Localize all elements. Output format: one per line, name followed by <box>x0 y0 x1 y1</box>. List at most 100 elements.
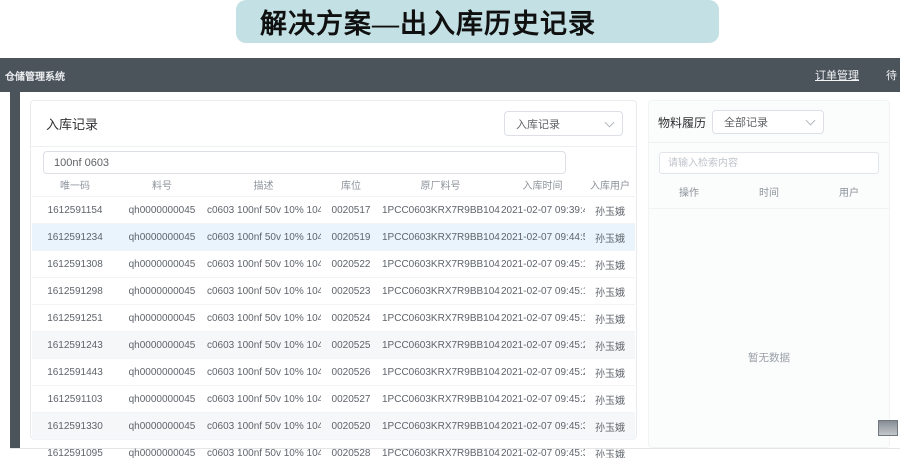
app-header-bar: 仓储管理系统 订单管理 待 <box>0 58 900 92</box>
table-cell: 孙玉娥 <box>585 359 635 386</box>
table-cell: 1PCC0603KRX7R9BB104 <box>381 305 500 332</box>
table-cell: 0020526 <box>321 359 381 386</box>
table-row[interactable]: 1612591095qh0000000045c0603 100nf 50v 10… <box>32 440 635 458</box>
table-cell: qh0000000045 <box>118 224 206 251</box>
table-cell: 1612591443 <box>32 359 118 386</box>
inbound-records-panel: 入库记录 入库记录 唯一码 料号 描述 库位 原厂料号 <box>30 100 637 439</box>
app-brand: 仓储管理系统 <box>5 68 65 83</box>
table-cell: 0020523 <box>321 278 381 305</box>
inbound-panel-header: 入库记录 入库记录 <box>31 101 636 147</box>
history-filter-select[interactable]: 全部记录 <box>712 110 824 134</box>
table-cell: 2021-02-07 09:44:57 <box>500 224 585 251</box>
header-nav: 订单管理 待 <box>815 67 900 83</box>
material-history-title: 物料履历 <box>658 114 706 131</box>
table-cell: qh0000000045 <box>118 332 206 359</box>
table-cell: 2021-02-07 09:45:18 <box>500 305 585 332</box>
table-cell: c0603 100nf 50v 10% 104 <box>206 224 321 251</box>
table-cell: 孙玉娥 <box>585 251 635 278</box>
table-cell: 孙玉娥 <box>585 413 635 440</box>
table-cell: qh0000000045 <box>118 413 206 440</box>
table-cell: qh0000000045 <box>118 386 206 413</box>
table-cell: 1612591251 <box>32 305 118 332</box>
table-cell: c0603 100nf 50v 10% 104 <box>206 332 321 359</box>
col-header-unique-code: 唯一码 <box>32 173 118 197</box>
table-row[interactable]: 1612591234qh0000000045c0603 100nf 50v 10… <box>32 224 635 251</box>
col-header-description: 描述 <box>206 173 321 197</box>
table-row[interactable]: 1612591154qh0000000045c0603 100nf 50v 10… <box>32 197 635 224</box>
history-search-input[interactable] <box>659 152 879 174</box>
table-cell: 1PCC0603KRX7R9BB104 <box>381 359 500 386</box>
table-cell: 1612591154 <box>32 197 118 224</box>
table-cell: c0603 100nf 50v 10% 104 <box>206 305 321 332</box>
table-cell: 0020519 <box>321 224 381 251</box>
table-cell: 0020527 <box>321 386 381 413</box>
table-cell: c0603 100nf 50v 10% 104 <box>206 413 321 440</box>
table-cell: 1612591298 <box>32 278 118 305</box>
table-cell: 1612591308 <box>32 251 118 278</box>
table-cell: 1PCC0603KRX7R9BB104 <box>381 440 500 458</box>
table-cell: c0603 100nf 50v 10% 104 <box>206 251 321 278</box>
table-row[interactable]: 1612591243qh0000000045c0603 100nf 50v 10… <box>32 332 635 359</box>
table-cell: 孙玉娥 <box>585 386 635 413</box>
chevron-down-icon <box>806 116 816 126</box>
table-cell: 孙玉娥 <box>585 224 635 251</box>
record-type-select[interactable]: 入库记录 <box>504 111 623 136</box>
table-row[interactable]: 1612591308qh0000000045c0603 100nf 50v 10… <box>32 251 635 278</box>
table-row[interactable]: 1612591103qh0000000045c0603 100nf 50v 10… <box>32 386 635 413</box>
table-cell: 0020520 <box>321 413 381 440</box>
table-cell: 1PCC0603KRX7R9BB104 <box>381 197 500 224</box>
table-row[interactable]: 1612591298qh0000000045c0603 100nf 50v 10… <box>32 278 635 305</box>
table-cell: c0603 100nf 50v 10% 104 <box>206 440 321 458</box>
chevron-down-icon <box>605 117 615 127</box>
table-cell: 孙玉娥 <box>585 440 635 458</box>
table-cell: c0603 100nf 50v 10% 104 <box>206 197 321 224</box>
table-row[interactable]: 1612591443qh0000000045c0603 100nf 50v 10… <box>32 359 635 386</box>
table-cell: 2021-02-07 09:45:14 <box>500 278 585 305</box>
table-header-row: 唯一码 料号 描述 库位 原厂料号 入库时间 入库用户 <box>32 173 635 197</box>
table-cell: 1PCC0603KRX7R9BB104 <box>381 332 500 359</box>
table-cell: 0020528 <box>321 440 381 458</box>
table-cell: 0020517 <box>321 197 381 224</box>
title-banner: 解决方案—出入库历史记录 <box>236 0 719 43</box>
history-col-time: 时间 <box>729 184 809 199</box>
history-table-header: 操作 时间 用户 <box>649 184 889 209</box>
record-type-select-value: 入库记录 <box>516 116 560 132</box>
resize-handle[interactable] <box>878 420 898 436</box>
table-cell: c0603 100nf 50v 10% 104 <box>206 386 321 413</box>
nav-item-partial[interactable]: 待 <box>886 67 897 83</box>
table-cell: qh0000000045 <box>118 278 206 305</box>
material-history-panel: 物料履历 全部记录 操作 时间 用户 暂无数据 <box>648 100 890 448</box>
history-filter-select-value: 全部记录 <box>724 114 768 130</box>
inbound-search-input[interactable] <box>43 151 566 174</box>
table-row[interactable]: 1612591330qh0000000045c0603 100nf 50v 10… <box>32 413 635 440</box>
empty-data-message: 暂无数据 <box>649 350 889 365</box>
table-cell: 1612591243 <box>32 332 118 359</box>
inbound-table-body: 1612591154qh0000000045c0603 100nf 50v 10… <box>32 197 635 458</box>
col-header-location: 库位 <box>321 173 381 197</box>
inbound-panel-title: 入库记录 <box>46 114 98 133</box>
history-col-operation: 操作 <box>649 184 729 199</box>
table-row[interactable]: 1612591251qh0000000045c0603 100nf 50v 10… <box>32 305 635 332</box>
nav-item-order-management[interactable]: 订单管理 <box>815 67 859 83</box>
table-cell: 2021-02-07 09:39:40 <box>500 197 585 224</box>
table-cell: 1PCC0603KRX7R9BB104 <box>381 386 500 413</box>
table-cell: 1612591103 <box>32 386 118 413</box>
col-header-inbound-user: 入库用户 <box>585 173 635 197</box>
table-cell: 2021-02-07 09:45:29 <box>500 386 585 413</box>
history-col-user: 用户 <box>809 184 889 199</box>
page: 解决方案—出入库历史记录 仓储管理系统 订单管理 待 入库记录 入库记录 <box>0 0 900 458</box>
material-history-header: 物料履历 全部记录 <box>649 101 889 143</box>
col-header-mfr-part-no: 原厂料号 <box>381 173 500 197</box>
table-cell: 1612591330 <box>32 413 118 440</box>
table-cell: qh0000000045 <box>118 440 206 458</box>
table-cell: 孙玉娥 <box>585 278 635 305</box>
page-title: 解决方案—出入库历史记录 <box>260 2 596 41</box>
table-cell: 1PCC0603KRX7R9BB104 <box>381 251 500 278</box>
table-cell: qh0000000045 <box>118 359 206 386</box>
window-left-edge <box>10 92 20 448</box>
table-cell: 2021-02-07 09:45:26 <box>500 359 585 386</box>
table-cell: 孙玉娥 <box>585 197 635 224</box>
table-cell: c0603 100nf 50v 10% 104 <box>206 359 321 386</box>
table-cell: 0020525 <box>321 332 381 359</box>
table-cell: 1PCC0603KRX7R9BB104 <box>381 224 500 251</box>
